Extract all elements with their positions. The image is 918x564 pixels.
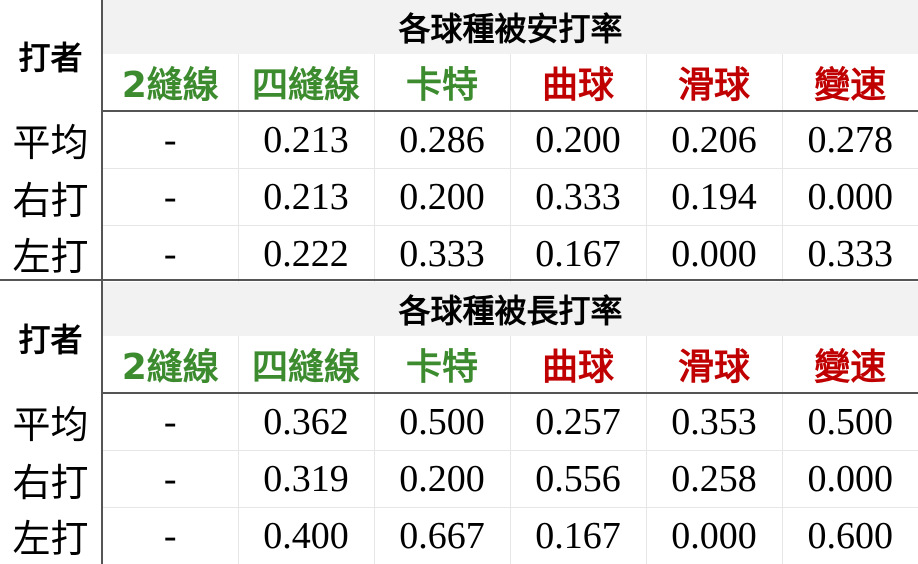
hit-rate-table: 打者 各球種被安打率 2縫線 四縫線 卡特 曲球 滑球 變速 平均 - 0.21…	[0, 0, 918, 282]
value-cell[interactable]: -	[102, 111, 238, 169]
value-cell[interactable]: 0.319	[238, 451, 374, 508]
value-cell[interactable]: 0.556	[510, 451, 646, 508]
value-cell[interactable]: 0.167	[510, 508, 646, 564]
pitch-header-row: 2縫線 四縫線 卡特 曲球 滑球 變速	[0, 336, 918, 393]
value-cell[interactable]: 0.286	[374, 111, 510, 169]
value-cell[interactable]: 0.000	[646, 226, 782, 283]
title-row: 打者 各球種被長打率	[0, 282, 918, 336]
value-cell[interactable]: 0.667	[374, 508, 510, 564]
value-cell[interactable]: 0.200	[510, 111, 646, 169]
value-cell[interactable]: 0.213	[238, 169, 374, 226]
value-cell[interactable]: 0.362	[238, 393, 374, 451]
value-cell[interactable]: 0.400	[238, 508, 374, 564]
value-cell[interactable]: 0.500	[782, 393, 918, 451]
value-cell[interactable]: 0.213	[238, 111, 374, 169]
value-cell[interactable]: 0.600	[782, 508, 918, 564]
pitch-header-2seam[interactable]: 2縫線	[102, 336, 238, 393]
pitch-header-cutter[interactable]: 卡特	[374, 54, 510, 111]
slugging-table: 打者 各球種被長打率 2縫線 四縫線 卡特 曲球 滑球 變速 平均 - 0.36…	[0, 282, 918, 564]
value-cell[interactable]: 0.200	[374, 169, 510, 226]
table-title[interactable]: 各球種被長打率	[102, 282, 918, 336]
table-row: 右打 - 0.319 0.200 0.556 0.258 0.000	[0, 451, 918, 508]
pitch-header-2seam[interactable]: 2縫線	[102, 54, 238, 111]
pitch-header-slider[interactable]: 滑球	[646, 54, 782, 111]
value-cell[interactable]: 0.167	[510, 226, 646, 283]
batter-header[interactable]: 打者	[0, 282, 102, 393]
table-row: 左打 - 0.400 0.667 0.167 0.000 0.600	[0, 508, 918, 564]
value-cell[interactable]: -	[102, 226, 238, 283]
row-label-average[interactable]: 平均	[0, 393, 102, 451]
value-cell[interactable]: 0.222	[238, 226, 374, 283]
value-cell[interactable]: 0.333	[374, 226, 510, 283]
value-cell[interactable]: -	[102, 393, 238, 451]
value-cell[interactable]: 0.500	[374, 393, 510, 451]
pitch-header-changeup[interactable]: 變速	[782, 336, 918, 393]
table-row: 左打 - 0.222 0.333 0.167 0.000 0.333	[0, 226, 918, 283]
pitch-header-4seam[interactable]: 四縫線	[238, 54, 374, 111]
value-cell[interactable]: 0.258	[646, 451, 782, 508]
pitch-header-slider[interactable]: 滑球	[646, 336, 782, 393]
value-cell[interactable]: 0.194	[646, 169, 782, 226]
value-cell[interactable]: 0.000	[782, 451, 918, 508]
row-label-right-handed[interactable]: 右打	[0, 169, 102, 226]
value-cell[interactable]: 0.333	[782, 226, 918, 283]
pitch-header-changeup[interactable]: 變速	[782, 54, 918, 111]
value-cell[interactable]: 0.278	[782, 111, 918, 169]
row-label-right-handed[interactable]: 右打	[0, 451, 102, 508]
pitch-header-curve[interactable]: 曲球	[510, 336, 646, 393]
pitch-header-cutter[interactable]: 卡特	[374, 336, 510, 393]
table-row: 平均 - 0.362 0.500 0.257 0.353 0.500	[0, 393, 918, 451]
table-row: 右打 - 0.213 0.200 0.333 0.194 0.000	[0, 169, 918, 226]
value-cell[interactable]: 0.333	[510, 169, 646, 226]
value-cell[interactable]: 0.206	[646, 111, 782, 169]
value-cell[interactable]: 0.353	[646, 393, 782, 451]
title-row: 打者 各球種被安打率	[0, 0, 918, 54]
value-cell[interactable]: 0.000	[646, 508, 782, 564]
value-cell[interactable]: 0.257	[510, 393, 646, 451]
value-cell[interactable]: -	[102, 508, 238, 564]
row-label-left-handed[interactable]: 左打	[0, 226, 102, 283]
pitch-header-curve[interactable]: 曲球	[510, 54, 646, 111]
table-title[interactable]: 各球種被安打率	[102, 0, 918, 54]
value-cell[interactable]: -	[102, 169, 238, 226]
pitch-header-row: 2縫線 四縫線 卡特 曲球 滑球 變速	[0, 54, 918, 111]
value-cell[interactable]: 0.000	[782, 169, 918, 226]
batter-header[interactable]: 打者	[0, 0, 102, 111]
pitch-header-4seam[interactable]: 四縫線	[238, 336, 374, 393]
value-cell[interactable]: 0.200	[374, 451, 510, 508]
value-cell[interactable]: -	[102, 451, 238, 508]
spreadsheet-sheet: 打者 各球種被安打率 2縫線 四縫線 卡特 曲球 滑球 變速 平均 - 0.21…	[0, 0, 918, 561]
row-label-average[interactable]: 平均	[0, 111, 102, 169]
row-label-left-handed[interactable]: 左打	[0, 508, 102, 564]
section-divider	[0, 279, 918, 281]
table-row: 平均 - 0.213 0.286 0.200 0.206 0.278	[0, 111, 918, 169]
